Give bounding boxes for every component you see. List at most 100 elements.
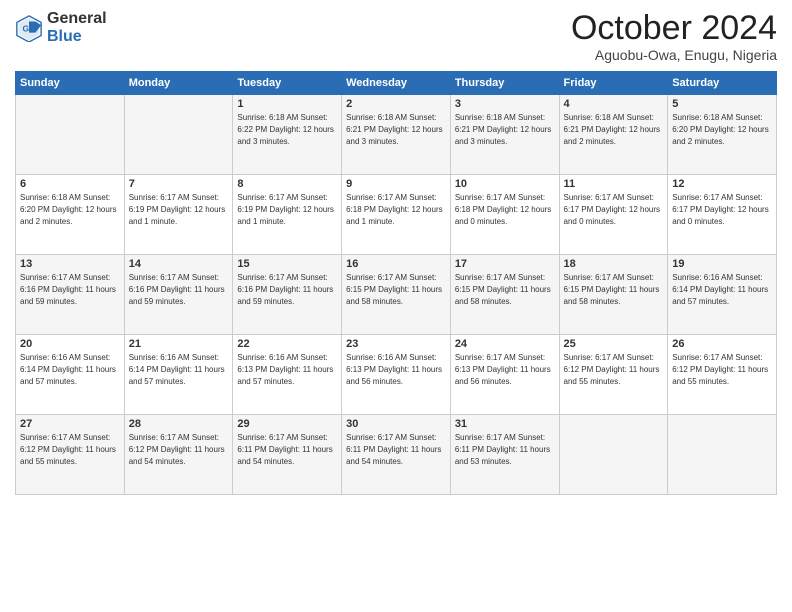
day-info: Sunrise: 6:17 AM Sunset: 6:18 PM Dayligh… (455, 192, 555, 227)
day-number: 24 (455, 338, 555, 350)
day-number: 2 (346, 98, 446, 110)
week-row-5: 27 Sunrise: 6:17 AM Sunset: 6:12 PM Dayli… (16, 415, 777, 495)
day-number: 1 (237, 98, 337, 110)
header-cell-tuesday: Tuesday (233, 72, 342, 95)
day-info: Sunrise: 6:16 AM Sunset: 6:13 PM Dayligh… (237, 352, 337, 387)
header-row: SundayMondayTuesdayWednesdayThursdayFrid… (16, 72, 777, 95)
day-number: 10 (455, 178, 555, 190)
day-info: Sunrise: 6:17 AM Sunset: 6:11 PM Dayligh… (455, 432, 555, 467)
week-row-2: 6 Sunrise: 6:18 AM Sunset: 6:20 PM Daylig… (16, 175, 777, 255)
day-cell: 28 Sunrise: 6:17 AM Sunset: 6:12 PM Dayli… (124, 415, 233, 495)
day-info: Sunrise: 6:17 AM Sunset: 6:11 PM Dayligh… (237, 432, 337, 467)
day-number: 13 (20, 258, 120, 270)
logo-text: General Blue (47, 10, 107, 45)
day-cell: 31 Sunrise: 6:17 AM Sunset: 6:11 PM Dayli… (450, 415, 559, 495)
day-number: 28 (129, 418, 229, 430)
day-number: 29 (237, 418, 337, 430)
day-number: 31 (455, 418, 555, 430)
day-info: Sunrise: 6:17 AM Sunset: 6:12 PM Dayligh… (672, 352, 772, 387)
header: G General Blue October 2024 Aguobu-Owa, … (15, 10, 777, 63)
logo-general-text: General (47, 10, 107, 28)
day-info: Sunrise: 6:17 AM Sunset: 6:17 PM Dayligh… (672, 192, 772, 227)
header-cell-friday: Friday (559, 72, 668, 95)
day-info: Sunrise: 6:16 AM Sunset: 6:14 PM Dayligh… (672, 272, 772, 307)
header-cell-monday: Monday (124, 72, 233, 95)
day-cell: 23 Sunrise: 6:16 AM Sunset: 6:13 PM Dayli… (342, 335, 451, 415)
day-cell: 22 Sunrise: 6:16 AM Sunset: 6:13 PM Dayli… (233, 335, 342, 415)
day-cell: 21Sunrise: 6:16 AM Sunset: 6:14 PM Dayli… (124, 335, 233, 415)
day-cell: 25Sunrise: 6:17 AM Sunset: 6:12 PM Dayli… (559, 335, 668, 415)
day-cell (124, 95, 233, 175)
day-cell: 3 Sunrise: 6:18 AM Sunset: 6:21 PM Daylig… (450, 95, 559, 175)
day-number: 16 (346, 258, 446, 270)
day-number: 3 (455, 98, 555, 110)
day-number: 15 (237, 258, 337, 270)
day-info: Sunrise: 6:17 AM Sunset: 6:15 PM Dayligh… (455, 272, 555, 307)
day-cell: 2 Sunrise: 6:18 AM Sunset: 6:21 PM Daylig… (342, 95, 451, 175)
calendar-page: G General Blue October 2024 Aguobu-Owa, … (0, 0, 792, 612)
day-info: Sunrise: 6:18 AM Sunset: 6:21 PM Dayligh… (455, 112, 555, 147)
week-row-3: 13 Sunrise: 6:17 AM Sunset: 6:16 PM Dayli… (16, 255, 777, 335)
day-info: Sunrise: 6:17 AM Sunset: 6:18 PM Dayligh… (346, 192, 446, 227)
day-cell: 30Sunrise: 6:17 AM Sunset: 6:11 PM Dayli… (342, 415, 451, 495)
day-info: Sunrise: 6:18 AM Sunset: 6:22 PM Dayligh… (237, 112, 337, 147)
day-cell: 12 Sunrise: 6:17 AM Sunset: 6:17 PM Dayli… (668, 175, 777, 255)
day-number: 18 (564, 258, 664, 270)
day-cell (559, 415, 668, 495)
day-number: 20 (20, 338, 120, 350)
day-cell (668, 415, 777, 495)
title-block: October 2024 Aguobu-Owa, Enugu, Nigeria (571, 10, 777, 63)
day-cell: 17 Sunrise: 6:17 AM Sunset: 6:15 PM Dayli… (450, 255, 559, 335)
day-cell: 26Sunrise: 6:17 AM Sunset: 6:12 PM Dayli… (668, 335, 777, 415)
day-info: Sunrise: 6:17 AM Sunset: 6:19 PM Dayligh… (237, 192, 337, 227)
day-info: Sunrise: 6:17 AM Sunset: 6:16 PM Dayligh… (20, 272, 120, 307)
header-cell-sunday: Sunday (16, 72, 125, 95)
day-number: 4 (564, 98, 664, 110)
day-cell: 14Sunrise: 6:17 AM Sunset: 6:16 PM Dayli… (124, 255, 233, 335)
day-cell: 15Sunrise: 6:17 AM Sunset: 6:16 PM Dayli… (233, 255, 342, 335)
logo-icon: G (15, 14, 43, 42)
day-number: 8 (237, 178, 337, 190)
day-number: 6 (20, 178, 120, 190)
day-info: Sunrise: 6:17 AM Sunset: 6:13 PM Dayligh… (455, 352, 555, 387)
week-row-4: 20 Sunrise: 6:16 AM Sunset: 6:14 PM Dayli… (16, 335, 777, 415)
day-cell: 10 Sunrise: 6:17 AM Sunset: 6:18 PM Dayli… (450, 175, 559, 255)
day-info: Sunrise: 6:18 AM Sunset: 6:20 PM Dayligh… (20, 192, 120, 227)
day-info: Sunrise: 6:17 AM Sunset: 6:19 PM Dayligh… (129, 192, 229, 227)
day-info: Sunrise: 6:17 AM Sunset: 6:12 PM Dayligh… (564, 352, 664, 387)
day-info: Sunrise: 6:17 AM Sunset: 6:12 PM Dayligh… (20, 432, 120, 467)
day-info: Sunrise: 6:17 AM Sunset: 6:17 PM Dayligh… (564, 192, 664, 227)
day-number: 14 (129, 258, 229, 270)
day-info: Sunrise: 6:18 AM Sunset: 6:21 PM Dayligh… (346, 112, 446, 147)
day-number: 17 (455, 258, 555, 270)
month-title: October 2024 (571, 10, 777, 47)
day-cell: 20 Sunrise: 6:16 AM Sunset: 6:14 PM Dayli… (16, 335, 125, 415)
calendar-table: SundayMondayTuesdayWednesdayThursdayFrid… (15, 71, 777, 495)
day-cell: 16 Sunrise: 6:17 AM Sunset: 6:15 PM Dayli… (342, 255, 451, 335)
day-info: Sunrise: 6:17 AM Sunset: 6:15 PM Dayligh… (346, 272, 446, 307)
day-cell: 13 Sunrise: 6:17 AM Sunset: 6:16 PM Dayli… (16, 255, 125, 335)
day-number: 12 (672, 178, 772, 190)
day-cell: 8 Sunrise: 6:17 AM Sunset: 6:19 PM Daylig… (233, 175, 342, 255)
logo: G General Blue (15, 10, 107, 45)
day-cell: 11Sunrise: 6:17 AM Sunset: 6:17 PM Dayli… (559, 175, 668, 255)
day-number: 7 (129, 178, 229, 190)
logo-blue-text: Blue (47, 28, 107, 46)
day-info: Sunrise: 6:17 AM Sunset: 6:12 PM Dayligh… (129, 432, 229, 467)
day-cell: 6 Sunrise: 6:18 AM Sunset: 6:20 PM Daylig… (16, 175, 125, 255)
day-cell: 29 Sunrise: 6:17 AM Sunset: 6:11 PM Dayli… (233, 415, 342, 495)
day-info: Sunrise: 6:16 AM Sunset: 6:14 PM Dayligh… (20, 352, 120, 387)
calendar-header: SundayMondayTuesdayWednesdayThursdayFrid… (16, 72, 777, 95)
day-cell (16, 95, 125, 175)
day-info: Sunrise: 6:18 AM Sunset: 6:20 PM Dayligh… (672, 112, 772, 147)
day-number: 21 (129, 338, 229, 350)
day-number: 27 (20, 418, 120, 430)
day-number: 22 (237, 338, 337, 350)
header-cell-thursday: Thursday (450, 72, 559, 95)
day-cell: 9Sunrise: 6:17 AM Sunset: 6:18 PM Daylig… (342, 175, 451, 255)
day-number: 23 (346, 338, 446, 350)
location: Aguobu-Owa, Enugu, Nigeria (571, 47, 777, 63)
week-row-1: 1 Sunrise: 6:18 AM Sunset: 6:22 PM Daylig… (16, 95, 777, 175)
day-info: Sunrise: 6:17 AM Sunset: 6:15 PM Dayligh… (564, 272, 664, 307)
day-info: Sunrise: 6:16 AM Sunset: 6:13 PM Dayligh… (346, 352, 446, 387)
